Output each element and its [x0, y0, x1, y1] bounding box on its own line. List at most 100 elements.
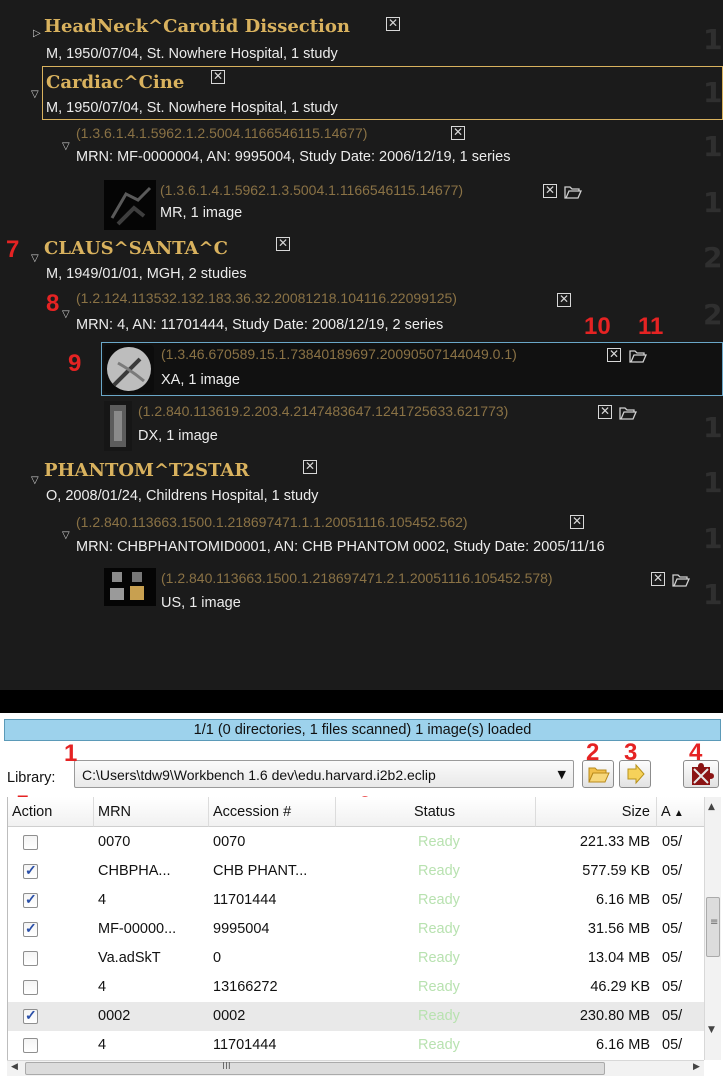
- row-checkbox[interactable]: [23, 920, 38, 937]
- remove-icon[interactable]: ✕: [303, 460, 317, 474]
- cell-status: Ready: [418, 950, 460, 966]
- expanded-arrow-icon[interactable]: ▽: [31, 253, 39, 264]
- cell-status: Ready: [418, 863, 460, 879]
- row-checkbox[interactable]: [23, 1007, 38, 1024]
- chevron-down-icon[interactable]: ▼: [558, 768, 566, 781]
- row-checkbox[interactable]: [23, 980, 38, 995]
- study-uid[interactable]: (1.2.840.113663.1500.1.218697471.1.1.200…: [76, 514, 468, 530]
- xa-thumbnail[interactable]: [104, 345, 154, 393]
- column-header-mrn[interactable]: MRN: [94, 797, 209, 827]
- remove-icon[interactable]: ✕: [570, 515, 584, 529]
- patient-name[interactable]: HeadNeck^Carotid Dissection: [44, 16, 350, 37]
- mr-thumbnail[interactable]: [104, 180, 156, 230]
- remove-icon[interactable]: ✕: [557, 293, 571, 307]
- cell-accession: 0002: [213, 1008, 246, 1024]
- dx-thumbnail[interactable]: [104, 401, 132, 451]
- row-checkbox[interactable]: [23, 862, 38, 879]
- table-row[interactable]: Va.adSkT 0 Ready 13.04 MB 05/: [8, 944, 704, 973]
- patient-name[interactable]: CLAUS^SANTA^C: [44, 238, 228, 259]
- cell-status: Ready: [418, 1008, 460, 1024]
- cell-accession: 11701444: [213, 1037, 277, 1053]
- tree-count: 2: [703, 241, 723, 274]
- cell-mrn: Va.adSkT: [98, 950, 161, 966]
- cell-accession: 13166272: [213, 979, 278, 995]
- callout-3: 3: [624, 739, 638, 766]
- expanded-arrow-icon[interactable]: ▽: [31, 475, 39, 486]
- scroll-right-icon[interactable]: ▶: [693, 1062, 700, 1072]
- dicom-tree-panel[interactable]: 1 1 1 1 2 2 1 1 1 1 1 ▷ HeadNeck^Carotid…: [0, 0, 723, 690]
- series-uid[interactable]: (1.2.840.113663.1500.1.218697471.2.1.200…: [161, 570, 553, 586]
- cell-status: Ready: [418, 921, 460, 937]
- file-table[interactable]: Action MRN Accession # Status Size A ▲ 0…: [7, 797, 704, 1060]
- expanded-arrow-icon[interactable]: ▽: [62, 309, 70, 320]
- series-uid[interactable]: (1.2.840.113619.2.203.4.2147483647.12417…: [138, 403, 508, 419]
- expanded-arrow-icon[interactable]: ▽: [62, 141, 70, 152]
- cell-a: 05/: [662, 892, 683, 908]
- expanded-arrow-icon[interactable]: ▽: [62, 530, 70, 541]
- patient-info: M, 1950/07/04, St. Nowhere Hospital, 1 s…: [46, 100, 338, 116]
- column-header-action[interactable]: Action: [8, 797, 94, 827]
- scroll-left-icon[interactable]: ◀: [11, 1062, 18, 1072]
- study-uid[interactable]: (1.3.6.1.4.1.5962.1.2.5004.1166546115.14…: [76, 125, 367, 141]
- collapsed-arrow-icon[interactable]: ▷: [33, 28, 41, 39]
- remove-icon[interactable]: ✕: [607, 348, 621, 362]
- table-row[interactable]: CHBPHA... CHB PHANT... Ready 577.59 KB 0…: [8, 857, 704, 886]
- cell-a: 05/: [662, 863, 683, 879]
- remove-icon[interactable]: ✕: [543, 184, 557, 198]
- series-info: XA, 1 image: [161, 372, 240, 388]
- row-checkbox[interactable]: [23, 835, 38, 850]
- row-checkbox[interactable]: [23, 951, 38, 966]
- scan-status-bar: 1/1 (0 directories, 1 files scanned) 1 i…: [4, 719, 721, 741]
- vertical-scroll-thumb[interactable]: ≡: [706, 897, 720, 957]
- cell-size: 6.16 MB: [596, 1037, 650, 1053]
- row-checkbox[interactable]: [23, 891, 38, 908]
- tree-footer-bar: [0, 690, 723, 713]
- us-thumbnail[interactable]: [104, 568, 156, 606]
- open-folder-icon[interactable]: [564, 185, 582, 199]
- grip-icon: ≡: [710, 917, 719, 928]
- cell-size: 6.16 MB: [596, 892, 650, 908]
- remove-icon[interactable]: ✕: [211, 70, 225, 84]
- cell-status: Ready: [418, 979, 460, 995]
- patient-name[interactable]: PHANTOM^T2STAR: [44, 460, 249, 481]
- column-header-status[interactable]: Status: [336, 797, 536, 827]
- remove-icon[interactable]: ✕: [451, 126, 465, 140]
- patient-name[interactable]: Cardiac^Cine: [46, 72, 184, 93]
- cell-mrn: 4: [98, 979, 107, 995]
- vertical-scrollbar[interactable]: ▲ ≡ ▼: [704, 797, 721, 1060]
- remove-icon[interactable]: ✕: [386, 17, 400, 31]
- open-folder-icon[interactable]: [672, 573, 690, 587]
- table-row[interactable]: MF-00000... 9995004 Ready 31.56 MB 05/: [8, 915, 704, 944]
- row-checkbox[interactable]: [23, 1038, 38, 1053]
- cell-a: 05/: [662, 921, 683, 937]
- expanded-arrow-icon[interactable]: ▽: [31, 89, 39, 100]
- column-header-a[interactable]: A ▲: [657, 797, 704, 827]
- column-header-accession[interactable]: Accession #: [209, 797, 336, 827]
- horizontal-scrollbar[interactable]: ◀ III ▶: [7, 1060, 704, 1076]
- column-header-size[interactable]: Size: [536, 797, 657, 827]
- tree-count: 1: [703, 411, 723, 444]
- cell-size: 46.29 KB: [590, 979, 650, 995]
- table-row[interactable]: 4 13166272 Ready 46.29 KB 05/: [8, 973, 704, 1002]
- table-row[interactable]: 4 11701444 Ready 6.16 MB 05/: [8, 1031, 704, 1060]
- table-row-selected[interactable]: 0002 0002 Ready 230.80 MB 05/: [8, 1002, 704, 1031]
- library-path-dropdown[interactable]: C:\Users\tdw9\Workbench 1.6 dev\edu.harv…: [74, 760, 574, 788]
- open-folder-icon[interactable]: [619, 406, 637, 420]
- series-uid[interactable]: (1.3.46.670589.15.1.73840189697.20090507…: [161, 346, 517, 362]
- table-row[interactable]: 4 11701444 Ready 6.16 MB 05/: [8, 886, 704, 915]
- table-row[interactable]: 0070 0070 Ready 221.33 MB 05/: [8, 828, 704, 857]
- remove-icon[interactable]: ✕: [598, 405, 612, 419]
- scroll-up-icon[interactable]: ▲: [708, 802, 715, 812]
- scroll-down-icon[interactable]: ▼: [708, 1025, 715, 1035]
- tree-count: 1: [703, 466, 723, 499]
- cell-accession: 9995004: [213, 921, 270, 937]
- horizontal-scroll-thumb[interactable]: III: [25, 1061, 605, 1075]
- open-folder-icon[interactable]: [629, 349, 647, 363]
- cell-mrn: 4: [98, 892, 107, 908]
- library-label: Library:: [7, 770, 56, 786]
- remove-icon[interactable]: ✕: [276, 237, 290, 251]
- study-uid[interactable]: (1.2.124.113532.132.183.36.32.20081218.1…: [76, 290, 457, 306]
- remove-icon[interactable]: ✕: [651, 572, 665, 586]
- series-uid[interactable]: (1.3.6.1.4.1.5962.1.3.5004.1.1166546115.…: [160, 182, 463, 198]
- cell-mrn: 0070: [98, 834, 131, 850]
